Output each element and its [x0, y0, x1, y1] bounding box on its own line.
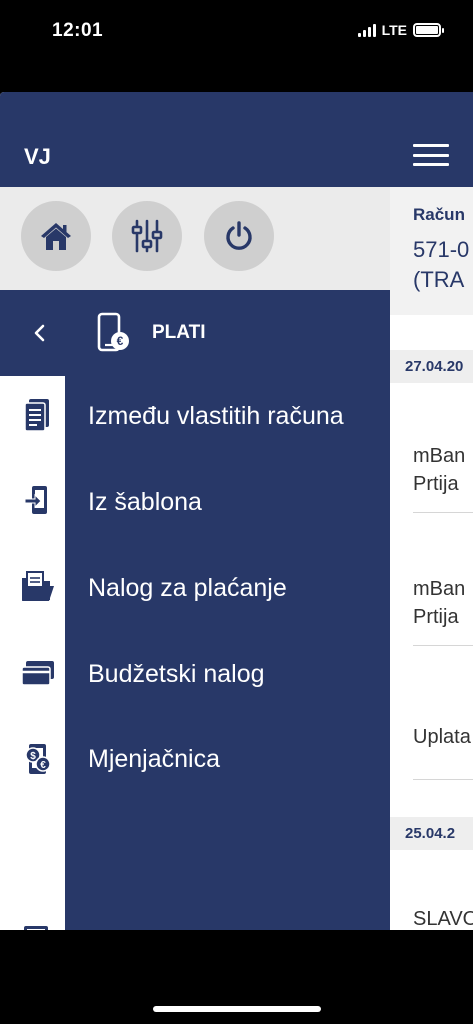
transaction-title: Uplata: [413, 726, 471, 748]
status-bar: 12:01 LTE: [0, 0, 473, 60]
transaction-item[interactable]: mBan Prtija: [413, 575, 473, 631]
home-indicator[interactable]: [153, 1006, 321, 1012]
account-number-line2: (TRA: [413, 267, 465, 292]
divider: [413, 512, 473, 513]
menu-toolbar: [0, 187, 390, 290]
menu-item-between-own-accounts[interactable]: Između vlastitih računa: [88, 402, 344, 431]
svg-text:$: $: [30, 751, 36, 762]
transaction-item[interactable]: Uplata: [413, 723, 473, 751]
transaction-title: mBan: [413, 578, 466, 600]
transaction-subtitle: Prtija: [413, 606, 459, 628]
mobile-payment-icon: €: [97, 312, 129, 352]
transaction-item[interactable]: mBan Prtija: [413, 442, 473, 498]
date-text: 27.04.20: [405, 358, 464, 375]
account-label: Račun: [413, 205, 465, 224]
hamburger-icon[interactable]: [413, 144, 449, 166]
phone-screen: 12:01 LTE VJ Račun 571-0 (TRA 27.04.20 m…: [0, 0, 473, 1024]
home-button[interactable]: [21, 201, 91, 271]
signal-icon: [357, 23, 376, 37]
phone-transfer-icon[interactable]: [18, 481, 58, 521]
network-type: LTE: [381, 22, 407, 38]
date-header: 27.04.20: [390, 350, 473, 383]
date-text: 25.04.2: [405, 825, 456, 842]
cards-icon[interactable]: [18, 653, 58, 693]
home-icon: [41, 223, 71, 250]
account-card[interactable]: Račun 571-0 (TRA: [390, 187, 473, 315]
currency-exchange-icon[interactable]: $ €: [18, 739, 58, 779]
chevron-left-icon[interactable]: [30, 320, 50, 346]
date-header: 25.04.2: [390, 817, 473, 850]
calculator-icon[interactable]: [18, 923, 58, 930]
menu-panel: Između vlastitih računa Iz šablona Nalog…: [65, 376, 390, 930]
settings-button[interactable]: [112, 201, 182, 271]
divider: [413, 645, 473, 646]
transaction-title: SLAVO: [413, 908, 473, 930]
power-icon: [226, 221, 252, 250]
menu-item-exchange-office[interactable]: Mjenjačnica: [88, 745, 220, 774]
account-number: 571-0 (TRA: [413, 235, 469, 295]
menu-item-payment-order[interactable]: Nalog za plaćanje: [88, 574, 287, 603]
svg-text:€: €: [40, 760, 46, 771]
menu-item-budget-order[interactable]: Budžetski nalog: [88, 660, 265, 689]
transaction-subtitle: Prtija: [413, 473, 459, 495]
user-initials[interactable]: VJ: [24, 144, 51, 170]
divider: [413, 779, 473, 780]
menu-header: € PLATI: [0, 290, 390, 376]
status-indicators: LTE: [357, 22, 444, 38]
document-icon[interactable]: [18, 395, 58, 435]
sliders-icon: [131, 219, 163, 253]
account-number-line1: 571-0: [413, 237, 470, 262]
app-window: VJ Račun 571-0 (TRA 27.04.20 mBan Prtija: [0, 92, 473, 930]
menu-item-from-template[interactable]: Iz šablona: [88, 488, 202, 517]
logout-button[interactable]: [204, 201, 274, 271]
transaction-item[interactable]: SLAVO: [413, 905, 473, 930]
status-time: 12:01: [52, 20, 104, 41]
folder-payment-icon[interactable]: [18, 567, 58, 607]
transaction-title: mBan: [413, 445, 466, 467]
app-header: VJ: [0, 92, 473, 187]
svg-text:€: €: [117, 334, 124, 348]
menu-title: PLATI: [152, 322, 206, 343]
battery-icon: [413, 23, 444, 37]
menu-icon-rail: $ €: [0, 376, 65, 930]
